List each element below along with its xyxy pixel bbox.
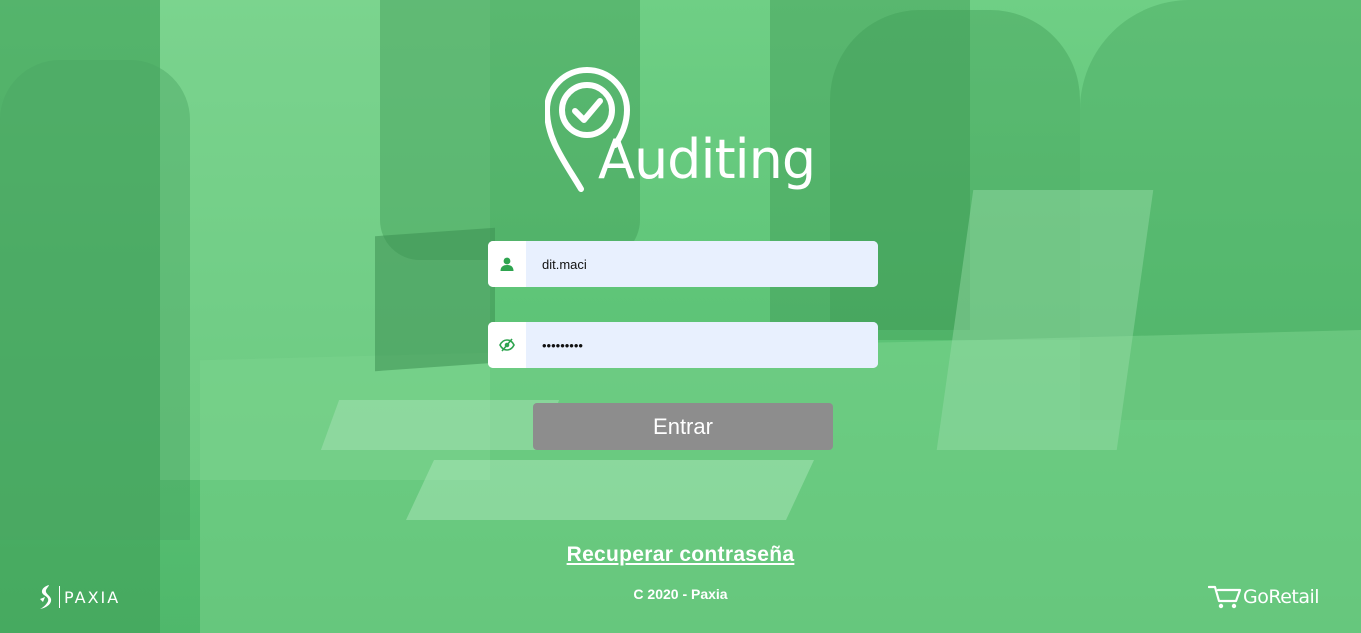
goretail-brand: GoRetail: [1208, 582, 1320, 612]
username-input[interactable]: [526, 241, 878, 287]
recover-password-container: Recuperar contraseña: [0, 543, 1361, 567]
password-input[interactable]: [526, 322, 878, 368]
recover-password-link[interactable]: Recuperar contraseña: [567, 543, 795, 566]
paxia-brand: PAXIA: [38, 582, 120, 612]
username-field[interactable]: [488, 241, 878, 287]
paxia-logo-icon: [40, 585, 52, 609]
paxia-brand-text: PAXIA: [64, 587, 121, 607]
eye-icon[interactable]: [488, 322, 526, 368]
login-button[interactable]: Entrar: [533, 403, 833, 450]
app-logo-text: Auditing: [598, 128, 816, 191]
user-icon: [488, 241, 526, 287]
goretail-brand-text: GoRetail: [1243, 586, 1320, 608]
cart-icon: [1208, 585, 1242, 609]
password-field[interactable]: [488, 322, 878, 368]
copyright-text: C 2020 - Paxia: [633, 586, 728, 602]
